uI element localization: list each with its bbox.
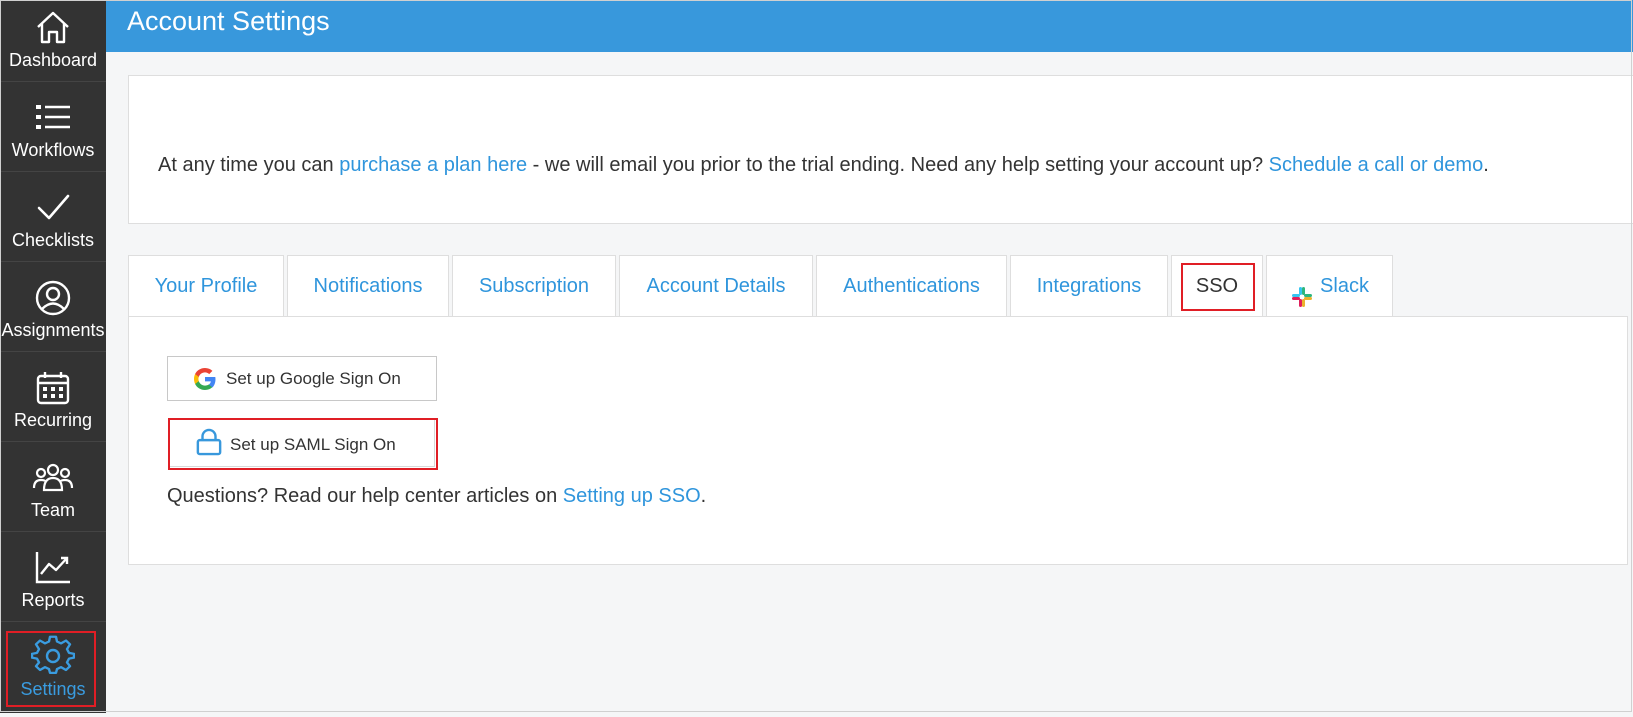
trial-info-text: At any time you can purchase a plan here… bbox=[158, 154, 1489, 177]
tab-label: Notifications bbox=[313, 275, 423, 297]
sidebar-item-label: Checklists bbox=[11, 230, 95, 250]
sso-help-text: Questions? Read our help center articles… bbox=[167, 485, 706, 508]
sidebar-item-recurring[interactable]: Recurring bbox=[0, 360, 106, 450]
sidebar-item-assignments[interactable]: Assignments bbox=[0, 270, 106, 360]
schedule-call-link[interactable]: Schedule a call or demo bbox=[1269, 154, 1484, 176]
divider bbox=[0, 261, 106, 262]
tab-notifications[interactable]: Notifications bbox=[287, 255, 449, 316]
sidebar-item-label: Reports bbox=[21, 590, 85, 610]
tab-your-profile[interactable]: Your Profile bbox=[128, 255, 284, 316]
sidebar-item-workflows[interactable]: Workflows bbox=[0, 90, 106, 180]
saml-button-label: Set up SAML Sign On bbox=[230, 435, 396, 454]
info-text-part: . bbox=[1483, 154, 1489, 176]
sidebar-item-label: Recurring bbox=[13, 410, 93, 430]
sidebar-item-label: Settings bbox=[20, 679, 86, 699]
tab-label: Integrations bbox=[1036, 275, 1142, 297]
tab-label: Your Profile bbox=[154, 275, 258, 297]
tab-integrations[interactable]: Integrations bbox=[1010, 255, 1168, 316]
purchase-plan-link[interactable]: purchase a plan here bbox=[339, 154, 527, 176]
slack-icon bbox=[1290, 273, 1314, 307]
user-circle-icon bbox=[31, 276, 75, 320]
tab-subscription[interactable]: Subscription bbox=[452, 255, 616, 316]
page-title: Account Settings bbox=[127, 6, 330, 36]
tab-account-details[interactable]: Account Details bbox=[619, 255, 813, 316]
divider bbox=[0, 81, 106, 82]
team-icon bbox=[31, 456, 75, 500]
sidebar-item-reports[interactable]: Reports bbox=[0, 540, 106, 630]
list-icon bbox=[31, 96, 75, 140]
gear-icon bbox=[31, 635, 75, 679]
tab-label: Authentications bbox=[843, 275, 980, 297]
divider bbox=[0, 171, 106, 172]
google-sign-on-button[interactable]: Set up Google Sign On bbox=[167, 356, 437, 401]
divider bbox=[0, 351, 106, 352]
tab-label: Subscription bbox=[478, 275, 590, 297]
sidebar-item-settings[interactable]: Settings bbox=[0, 627, 106, 717]
info-text-part: At any time you can bbox=[158, 154, 340, 176]
tab-label: Slack bbox=[1320, 275, 1369, 297]
tab-sso[interactable]: SSO bbox=[1171, 255, 1263, 317]
tab-label: Account Details bbox=[646, 275, 786, 297]
calendar-icon bbox=[31, 366, 75, 410]
google-button-label: Set up Google Sign On bbox=[226, 369, 401, 388]
home-icon bbox=[31, 6, 75, 50]
divider bbox=[0, 441, 106, 442]
info-text-part: - we will email you prior to the trial e… bbox=[527, 154, 1269, 176]
setting-up-sso-link[interactable]: Setting up SSO bbox=[563, 485, 701, 507]
saml-sign-on-button[interactable]: Set up SAML Sign On bbox=[168, 418, 438, 470]
sidebar-item-label: Assignments bbox=[1, 320, 105, 340]
sidebar-item-dashboard[interactable]: Dashboard bbox=[0, 0, 106, 90]
highlight-box bbox=[1181, 263, 1255, 311]
trial-info-card: At any time you can purchase a plan here… bbox=[128, 75, 1633, 224]
chart-icon bbox=[31, 546, 75, 590]
sidebar-item-label: Dashboard bbox=[8, 50, 98, 70]
page-header: Account Settings bbox=[106, 0, 1633, 52]
help-text: Questions? Read our help center articles… bbox=[167, 485, 563, 507]
sso-panel: Set up Google Sign On Set up SAML Sign O… bbox=[128, 316, 1628, 565]
divider bbox=[0, 621, 106, 622]
tab-authentications[interactable]: Authentications bbox=[816, 255, 1007, 316]
tab-slack[interactable]: Slack bbox=[1266, 255, 1393, 316]
help-text-end: . bbox=[700, 485, 707, 507]
check-icon bbox=[31, 186, 75, 230]
sidebar-item-label: Team bbox=[30, 500, 75, 520]
sidebar-item-team[interactable]: Team bbox=[0, 450, 106, 540]
sidebar: Dashboard Workflows Checklists Assignmen… bbox=[0, 0, 106, 713]
lock-icon bbox=[196, 428, 222, 461]
sidebar-item-label: Workflows bbox=[11, 140, 95, 160]
google-icon bbox=[192, 366, 218, 397]
divider bbox=[0, 531, 106, 532]
sidebar-item-checklists[interactable]: Checklists bbox=[0, 180, 106, 270]
